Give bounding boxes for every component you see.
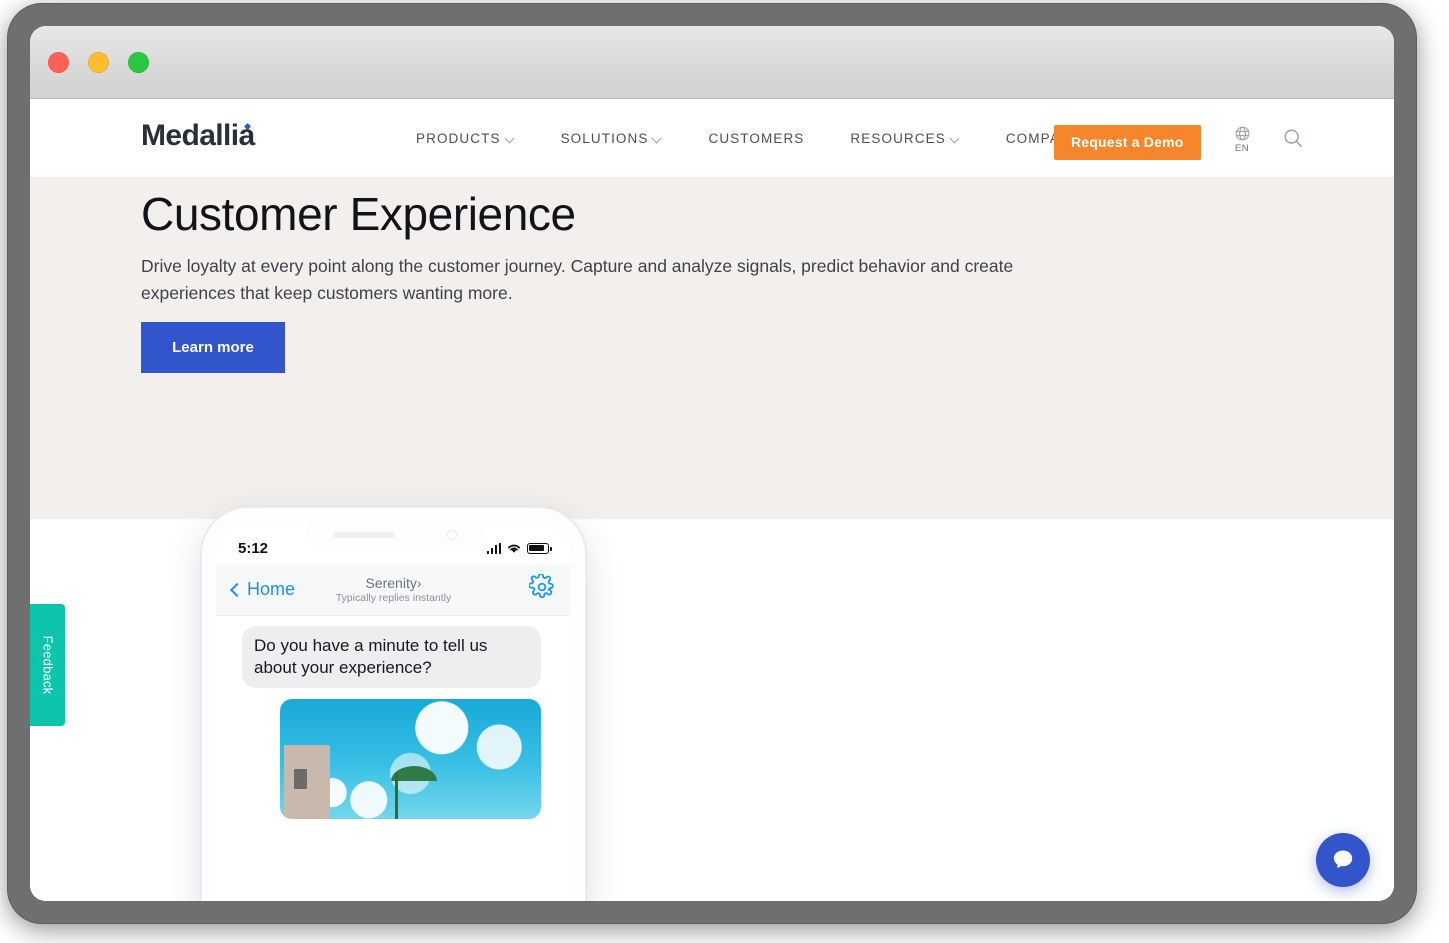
page-viewport: Medallia PRODUCTS SOLUTIONS CUSTOMERS RE… <box>30 99 1394 901</box>
chevron-left-icon <box>229 582 245 597</box>
status-time: 5:12 <box>238 539 269 557</box>
medallia-logo[interactable]: Medallia <box>141 119 260 153</box>
language-selector[interactable]: EN <box>1225 125 1259 154</box>
nav-item-solutions[interactable]: SOLUTIONS <box>538 131 686 146</box>
nav-item-label: SOLUTIONS <box>560 130 649 146</box>
palm-frond-shape <box>373 754 454 781</box>
browser-window: Medallia PRODUCTS SOLUTIONS CUSTOMERS RE… <box>30 26 1394 901</box>
chat-header: Home Serenity› Typically replies instant… <box>216 564 571 616</box>
feedback-tab[interactable]: Feedback <box>30 604 65 726</box>
hero-description: Drive loyalty at every point along the c… <box>141 256 1014 303</box>
palm-trunk-shape <box>394 772 398 819</box>
chevron-down-icon <box>653 135 662 144</box>
window-controls <box>48 52 149 73</box>
language-label: EN <box>1234 143 1250 154</box>
speaker-slot-icon <box>332 532 395 538</box>
chat-launcher-button[interactable] <box>1316 833 1370 887</box>
phone-mockup: 5:12 Home Serenity› Typically replies in… <box>201 507 586 901</box>
chevron-right-icon: › <box>416 575 422 591</box>
device-bezel: Medallia PRODUCTS SOLUTIONS CUSTOMERS RE… <box>8 4 1416 923</box>
chat-bubble-icon <box>1333 850 1353 869</box>
minimize-button[interactable] <box>88 52 109 73</box>
chat-image-attachment <box>280 698 541 819</box>
chevron-down-icon <box>506 135 515 144</box>
page-title: Customer Experience <box>141 188 576 240</box>
status-icons <box>486 542 552 554</box>
nav-item-label: CUSTOMERS <box>708 130 805 146</box>
logo-text: Medallia <box>141 119 255 152</box>
chat-contact-name: Serenity <box>365 575 417 591</box>
close-button[interactable] <box>48 52 69 73</box>
globe-icon <box>1235 126 1249 141</box>
request-demo-button[interactable]: Request a Demo <box>1054 125 1201 160</box>
front-camera-icon <box>446 530 457 540</box>
search-button[interactable] <box>1282 127 1304 154</box>
nav-item-products[interactable]: PRODUCTS <box>393 131 538 146</box>
phone-notch <box>304 522 483 549</box>
nav-item-label: PRODUCTS <box>416 130 501 146</box>
search-icon <box>1284 129 1302 147</box>
feature-section: 5:12 Home Serenity› Typically replies in… <box>30 507 1394 901</box>
hero-section: Customer Experience Drive loyalty at eve… <box>30 177 1394 519</box>
chat-message-bubble: Do you have a minute to tell us about yo… <box>242 626 541 688</box>
signal-icon <box>486 542 501 554</box>
feedback-tab-label: Feedback <box>40 635 55 695</box>
settings-button[interactable] <box>528 573 555 605</box>
browser-titlebar <box>30 26 1394 99</box>
battery-icon <box>527 542 552 554</box>
gear-icon <box>528 573 554 599</box>
back-label: Home <box>247 579 296 599</box>
chevron-down-icon <box>951 135 960 144</box>
wifi-icon <box>508 544 520 553</box>
back-home-button[interactable]: Home <box>229 579 296 600</box>
site-navbar: Medallia PRODUCTS SOLUTIONS CUSTOMERS RE… <box>30 99 1394 177</box>
nav-links: PRODUCTS SOLUTIONS CUSTOMERS RESOURCES C… <box>393 99 1118 177</box>
zoom-button[interactable] <box>128 52 149 73</box>
nav-item-label: RESOURCES <box>850 130 946 146</box>
nav-item-customers[interactable]: CUSTOMERS <box>685 131 827 146</box>
learn-more-button[interactable]: Learn more <box>141 322 285 373</box>
building-shape <box>284 744 330 819</box>
nav-item-resources[interactable]: RESOURCES <box>827 131 982 146</box>
